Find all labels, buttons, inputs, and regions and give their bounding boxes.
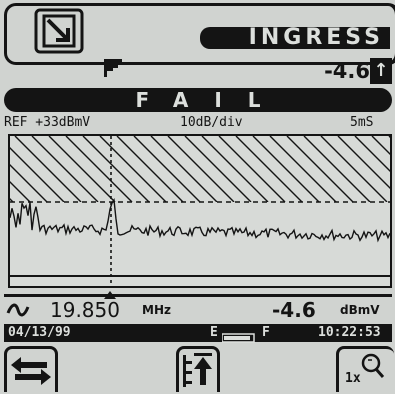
limit-hatch bbox=[10, 136, 390, 202]
date: 04/13/99 bbox=[8, 325, 71, 340]
no-entry-arrow-icon[interactable] bbox=[34, 8, 84, 54]
marker-triangle-icon[interactable] bbox=[104, 284, 116, 299]
peak-hold-button[interactable] bbox=[176, 346, 220, 392]
sweep-time: 5mS bbox=[350, 115, 374, 130]
battery-full-label: F bbox=[262, 325, 270, 340]
ingress-reading: -4.6 bbox=[324, 59, 370, 83]
status-bar: 04/13/99 E F 10:22:53 bbox=[4, 324, 392, 342]
result-status: FAIL bbox=[4, 88, 392, 112]
scale-row: REF +33dBmV 10dB/div 5mS bbox=[4, 114, 392, 132]
ingress-screen: INGRESS -4.6 ↑ FAIL REF +33dBmV 10dB/div… bbox=[0, 0, 395, 394]
reference-level: REF +33dBmV bbox=[4, 115, 91, 130]
zoom-level: 1x bbox=[345, 371, 361, 386]
softkey-bar: 1x bbox=[0, 346, 395, 394]
peak-hold-icon bbox=[183, 353, 212, 387]
marker-shift-icon bbox=[11, 357, 51, 385]
battery-icon bbox=[221, 328, 256, 343]
divider bbox=[4, 294, 392, 297]
marker-level: -4.6 bbox=[272, 298, 316, 322]
level-unit: dBmV bbox=[340, 303, 380, 317]
step-level-icon bbox=[102, 56, 124, 78]
zoom-button[interactable]: 1x bbox=[336, 346, 394, 392]
marker-frequency: 19.850 bbox=[50, 298, 120, 322]
spectrum-trace bbox=[10, 197, 390, 243]
wave-icon bbox=[6, 303, 30, 317]
marker-readout: 19.850 MHz -4.6 dBmV bbox=[4, 298, 392, 322]
time: 10:22:53 bbox=[318, 325, 381, 340]
vertical-scale: 10dB/div bbox=[180, 115, 243, 130]
spectrum-graph[interactable] bbox=[8, 134, 392, 288]
marker-shift-button[interactable] bbox=[4, 346, 58, 392]
mode-title: INGRESS bbox=[200, 27, 390, 49]
frequency-unit: MHz bbox=[142, 303, 171, 317]
battery-empty-label: E bbox=[210, 325, 218, 340]
up-arrow-icon[interactable]: ↑ bbox=[370, 58, 392, 84]
